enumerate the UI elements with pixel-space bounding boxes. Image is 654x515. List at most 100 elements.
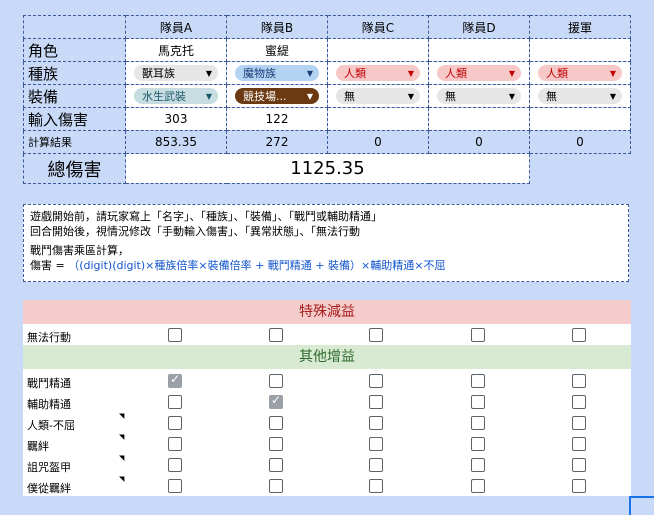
checkbox[interactable]: [269, 328, 283, 342]
checkbox[interactable]: [572, 416, 586, 430]
checkbox[interactable]: [168, 395, 182, 409]
checkbox[interactable]: [471, 416, 485, 430]
status-row-label: 僕從羈絆: [27, 482, 71, 495]
checkbox[interactable]: [168, 328, 182, 342]
calc-result-d[interactable]: 0: [428, 130, 530, 154]
calc-row: 計算結果 853.35 272 0 0 0: [23, 130, 631, 154]
header-corner[interactable]: [23, 15, 126, 39]
equip-cell-d[interactable]: 無 ▼: [428, 84, 530, 108]
race-cell-d[interactable]: 人類 ▼: [428, 61, 530, 85]
checkbox[interactable]: [369, 374, 383, 388]
dropdown-arrow-icon: ▼: [407, 91, 414, 101]
checkbox[interactable]: [369, 437, 383, 451]
name-cell-b[interactable]: 蜜緹: [226, 38, 328, 62]
checkbox[interactable]: [471, 479, 485, 493]
race-dropdown-chip[interactable]: 獸耳族 ▼: [134, 65, 218, 81]
status-row-label: 人類-不屈: [27, 419, 75, 432]
calc-result-reinforcement[interactable]: 0: [529, 130, 631, 154]
race-dropdown-chip[interactable]: 魔物族 ▼: [235, 65, 319, 81]
checkbox[interactable]: [369, 395, 383, 409]
checkbox[interactable]: [369, 458, 383, 472]
race-dropdown-chip[interactable]: 人類 ▼: [437, 65, 521, 81]
equip-cell-reinforcement[interactable]: 無 ▼: [529, 84, 631, 108]
equip-cell-a[interactable]: 水生武裝 ▼: [125, 84, 227, 108]
checkbox[interactable]: [168, 437, 182, 451]
calc-result-b[interactable]: 272: [226, 130, 328, 154]
race-cell-a[interactable]: 獸耳族 ▼: [125, 61, 227, 85]
checkbox[interactable]: [471, 437, 485, 451]
comment-marker-icon[interactable]: ◥: [119, 433, 124, 441]
comment-marker-icon[interactable]: ◥: [119, 475, 124, 483]
equip-dropdown-chip[interactable]: 無 ▼: [336, 88, 420, 104]
checkbox[interactable]: [168, 416, 182, 430]
checkbox[interactable]: [572, 437, 586, 451]
row-label-input-damage: 輸入傷害: [23, 107, 126, 131]
status-row: 戰鬥精通: [23, 371, 631, 392]
comment-marker-icon[interactable]: ◥: [119, 454, 124, 462]
checkbox[interactable]: [369, 479, 383, 493]
equip-cell-c[interactable]: 無 ▼: [327, 84, 429, 108]
selected-cell-outline[interactable]: [629, 496, 654, 515]
header-member-d[interactable]: 隊員D: [428, 15, 530, 39]
checkbox[interactable]: [168, 458, 182, 472]
race-row: 種族 獸耳族 ▼ 魔物族 ▼ 人類 ▼ 人類 ▼ 人類 ▼: [23, 61, 631, 85]
equip-dropdown-chip[interactable]: 水生武裝 ▼: [134, 88, 218, 104]
instruction-line: 遊戲開始前，請玩家寫上「名字」、「種族」、「裝備」、「戰鬥或輔助精通」: [30, 210, 382, 223]
checkbox[interactable]: [471, 328, 485, 342]
checkbox[interactable]: [572, 395, 586, 409]
header-member-c[interactable]: 隊員C: [327, 15, 429, 39]
input-row: 輸入傷害 303 122: [23, 107, 631, 131]
race-cell-b[interactable]: 魔物族 ▼: [226, 61, 328, 85]
instructions-box[interactable]: 遊戲開始前，請玩家寫上「名字」、「種族」、「裝備」、「戰鬥或輔助精通」 回合開始…: [23, 204, 629, 282]
header-member-b[interactable]: 隊員B: [226, 15, 328, 39]
checkbox[interactable]: [168, 372, 182, 388]
dropdown-arrow-icon: ▼: [609, 68, 616, 78]
checkbox[interactable]: [572, 328, 586, 342]
checkbox[interactable]: [168, 479, 182, 493]
total-damage-value[interactable]: 1125.35: [125, 153, 530, 184]
checkbox[interactable]: [369, 328, 383, 342]
name-cell-c[interactable]: [327, 38, 429, 62]
input-damage-reinforcement[interactable]: [529, 107, 631, 131]
equip-cell-b[interactable]: 競技場... ▼: [226, 84, 328, 108]
name-cell-a[interactable]: 馬克托: [125, 38, 227, 62]
checkbox[interactable]: [269, 437, 283, 451]
header-member-a[interactable]: 隊員A: [125, 15, 227, 39]
equip-dropdown-chip[interactable]: 無 ▼: [437, 88, 521, 104]
race-dropdown-chip[interactable]: 人類 ▼: [538, 65, 622, 81]
checkbox[interactable]: [471, 374, 485, 388]
calc-result-a[interactable]: 853.35: [125, 130, 227, 154]
status-row: 僕從羈絆 ◥: [23, 475, 631, 497]
input-damage-a[interactable]: 303: [125, 107, 227, 131]
checkbox[interactable]: [269, 479, 283, 493]
checkbox[interactable]: [369, 416, 383, 430]
input-damage-c[interactable]: [327, 107, 429, 131]
input-damage-d[interactable]: [428, 107, 530, 131]
damage-formula: （(digit)(digit)×種族倍率×裝備倍率 + 戰鬥精通 + 裝備）×輔…: [68, 259, 446, 272]
dropdown-arrow-icon: ▼: [508, 91, 515, 101]
name-cell-d[interactable]: [428, 38, 530, 62]
checkbox[interactable]: [269, 416, 283, 430]
race-cell-reinforcement[interactable]: 人類 ▼: [529, 61, 631, 85]
calc-result-c[interactable]: 0: [327, 130, 429, 154]
checkbox[interactable]: [269, 374, 283, 388]
formula-line: 傷害 = （(digit)(digit)×種族倍率×裝備倍率 + 戰鬥精通 + …: [30, 259, 446, 272]
name-cell-reinforcement[interactable]: [529, 38, 631, 62]
checkbox[interactable]: [572, 374, 586, 388]
race-dropdown-chip[interactable]: 人類 ▼: [336, 65, 420, 81]
checkbox[interactable]: [572, 479, 586, 493]
checkbox[interactable]: [471, 395, 485, 409]
checkbox[interactable]: [269, 458, 283, 472]
race-cell-c[interactable]: 人類 ▼: [327, 61, 429, 85]
dropdown-arrow-icon: ▼: [205, 68, 212, 78]
comment-marker-icon[interactable]: ◥: [119, 412, 124, 420]
checkbox[interactable]: [572, 458, 586, 472]
input-damage-b[interactable]: 122: [226, 107, 328, 131]
equip-dropdown-chip[interactable]: 無 ▼: [538, 88, 622, 104]
checkbox[interactable]: [269, 393, 283, 409]
header-reinforcement[interactable]: 援軍: [529, 15, 631, 39]
status-row-label: 詛咒盔甲: [27, 461, 71, 474]
equip-dropdown-chip[interactable]: 競技場... ▼: [235, 88, 319, 104]
dropdown-arrow-icon: ▼: [609, 91, 616, 101]
checkbox[interactable]: [471, 458, 485, 472]
